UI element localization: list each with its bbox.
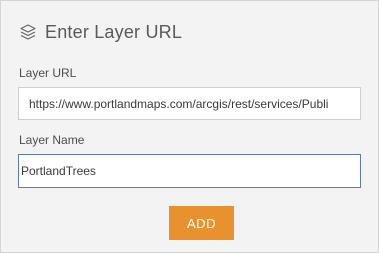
add-layer-panel: Enter Layer URL Layer URL Layer Name ADD (0, 0, 379, 253)
layer-name-input[interactable] (18, 154, 361, 188)
layer-url-label: Layer URL (19, 66, 77, 80)
add-button[interactable]: ADD (169, 206, 234, 240)
layer-name-label: Layer Name (19, 133, 85, 147)
layers-icon (19, 23, 37, 41)
panel-header: Enter Layer URL (19, 20, 182, 44)
layer-url-input[interactable] (18, 87, 361, 120)
panel-title: Enter Layer URL (45, 21, 183, 42)
